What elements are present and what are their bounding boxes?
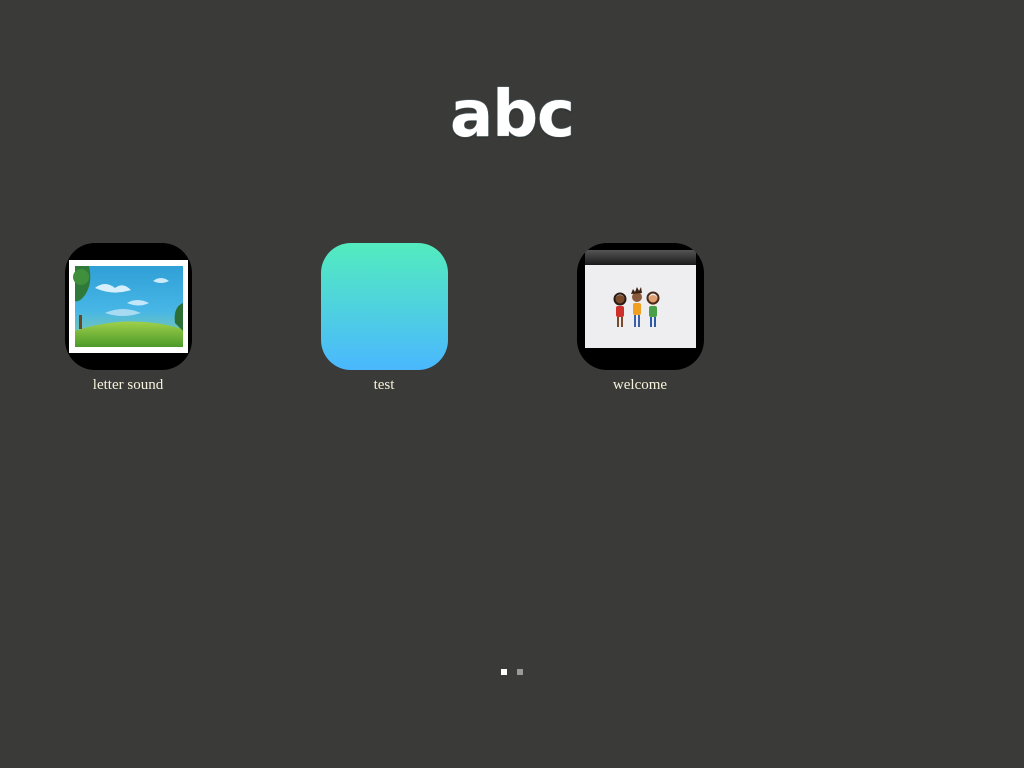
app-logo: abc: [450, 78, 575, 152]
app-label-letter-sound: letter sound: [92, 377, 164, 393]
landscape-thumbnail-icon[interactable]: [64, 243, 192, 370]
page-dot-2[interactable]: [517, 669, 523, 675]
app-label-test: test: [373, 377, 395, 393]
page-indicator: [0, 669, 1024, 675]
children-thumbnail-icon[interactable]: [576, 243, 704, 370]
app-letter-sound[interactable]: letter sound: [48, 243, 208, 394]
app-welcome[interactable]: welcome: [560, 243, 720, 394]
app-test[interactable]: test: [304, 243, 464, 394]
page-dot-1[interactable]: [501, 669, 507, 675]
gradient-app-icon[interactable]: [320, 243, 448, 370]
app-label-welcome: welcome: [612, 377, 668, 393]
